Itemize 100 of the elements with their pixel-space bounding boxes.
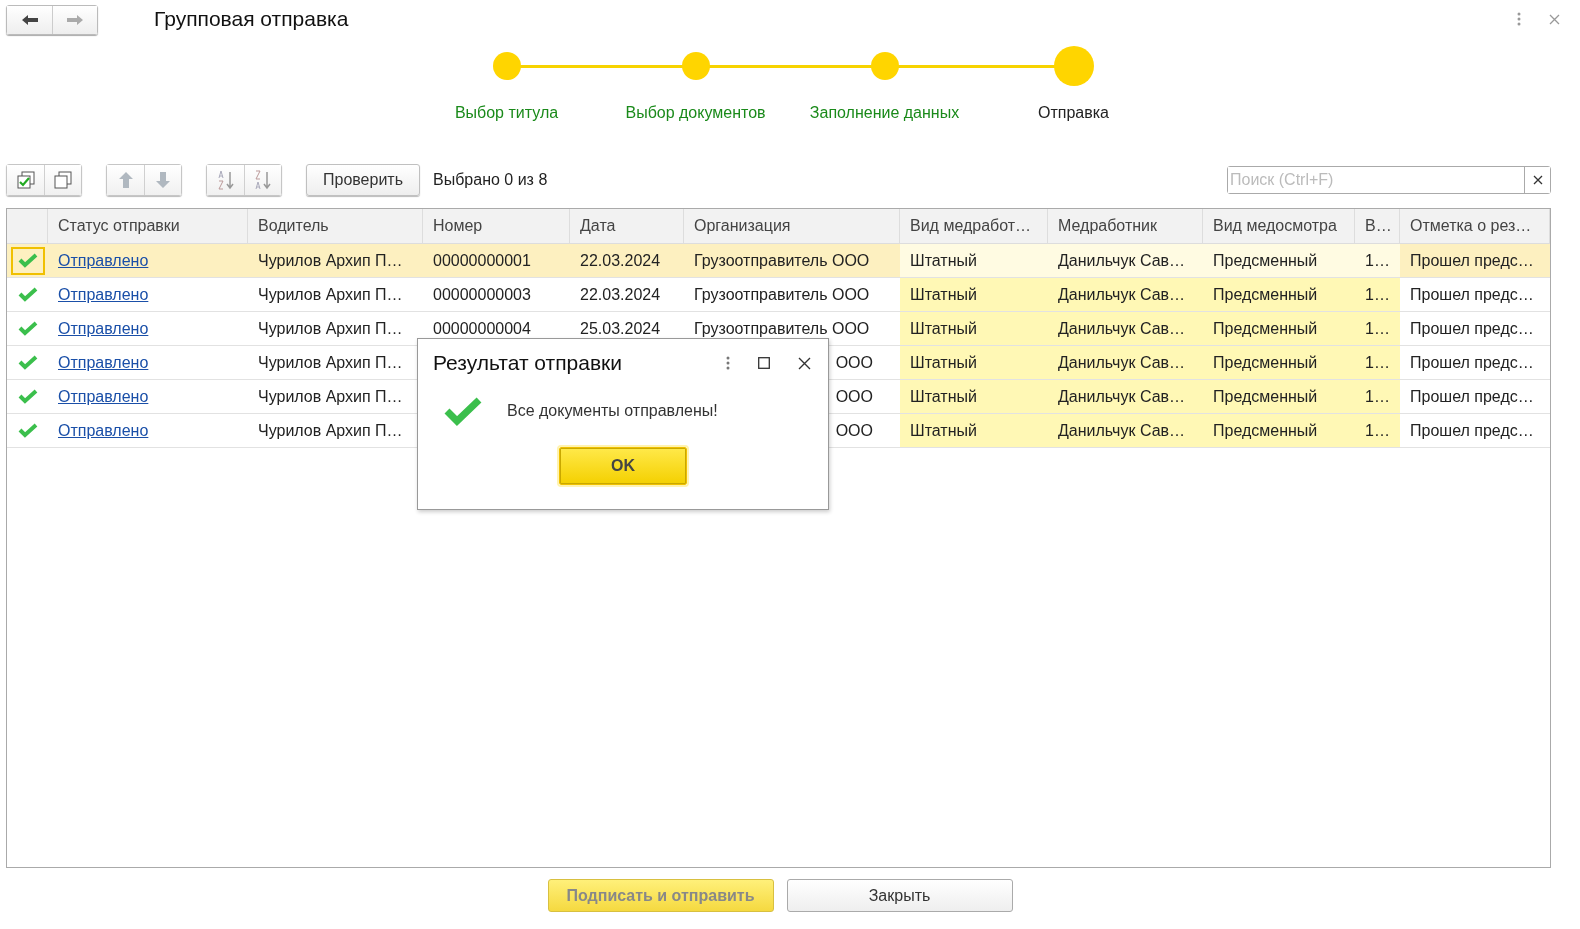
back-arrow-icon <box>20 14 39 26</box>
table-cell: 1… <box>1365 319 1390 338</box>
table-cell: 1… <box>1365 421 1390 440</box>
table-cell: Чурилов Архип П… <box>258 353 403 372</box>
table-cell: Данильчук Сав… <box>1058 353 1186 372</box>
more-icon[interactable] <box>726 356 730 370</box>
table-cell: Грузоотправитель ООО <box>694 251 870 270</box>
step-dot[interactable] <box>1053 46 1094 86</box>
table-row[interactable]: Отправлено Чурилов Архип П… 00000000001 22.03.2024 Грузоотправитель ООО Штатный Данильчук Сав… Предсменный 1… Прошел предс… <box>7 244 1550 278</box>
table-cell: Прошел предс… <box>1410 353 1534 372</box>
status-link[interactable]: Отправлено <box>58 285 149 304</box>
table-cell: Чурилов Архип П… <box>258 319 403 338</box>
close-icon <box>1532 175 1543 185</box>
table-cell: Штатный <box>910 285 977 304</box>
clear-search-button[interactable] <box>1524 167 1550 193</box>
table-cell: Грузоотправитель ООО <box>694 319 870 338</box>
selection-count: Выбрано 0 из 8 <box>433 171 548 189</box>
table-cell: Грузоотправитель ООО <box>694 285 870 304</box>
column-header[interactable]: Дата <box>570 209 684 243</box>
table-cell: 25.03.2024 <box>580 319 661 338</box>
table-cell: Прошел предс… <box>1410 251 1534 270</box>
column-header[interactable]: Статус отправки <box>48 209 248 243</box>
table-cell: Предсменный <box>1213 353 1318 372</box>
table-cell: Чурилов Архип П… <box>258 251 403 270</box>
close-icon[interactable] <box>798 356 811 370</box>
column-header[interactable]: Организация <box>684 209 900 243</box>
step-label[interactable]: Заполнение данных <box>809 104 960 122</box>
table-cell: Предсменный <box>1213 319 1318 338</box>
move-down-button[interactable] <box>144 165 181 195</box>
table-cell: Прошел предс… <box>1410 421 1534 440</box>
table-cell: 22.03.2024 <box>580 251 661 270</box>
table-cell: Штатный <box>910 319 977 338</box>
sort-ascending-button[interactable] <box>207 165 244 195</box>
step-label[interactable]: Отправка <box>1038 104 1109 122</box>
column-header[interactable]: Номер <box>423 209 570 243</box>
table-cell: 1… <box>1365 285 1390 304</box>
table-cell: Данильчук Сав… <box>1058 421 1186 440</box>
table-cell: 22.03.2024 <box>580 285 661 304</box>
status-link[interactable]: Отправлено <box>58 353 149 372</box>
table-cell: 1… <box>1365 353 1390 372</box>
back-button[interactable] <box>7 6 52 34</box>
table-cell: Прошел предс… <box>1410 387 1534 406</box>
step-label[interactable]: Выбор документов <box>625 104 766 122</box>
status-link[interactable]: Отправлено <box>58 251 149 270</box>
column-header[interactable]: В… <box>1355 209 1400 243</box>
table-cell: Прошел предс… <box>1410 285 1534 304</box>
column-header[interactable]: Медработник <box>1048 209 1203 243</box>
table-cell: 00000000001 <box>433 251 531 270</box>
table-cell: ООО <box>835 421 873 440</box>
forward-arrow-icon <box>66 14 84 26</box>
table-cell: Данильчук Сав… <box>1058 319 1186 338</box>
checked-pages-icon <box>16 171 35 189</box>
move-up-button[interactable] <box>107 165 144 195</box>
status-link[interactable]: Отправлено <box>58 319 149 338</box>
window-title: Групповая отправка <box>154 7 350 31</box>
table-cell: Данильчук Сав… <box>1058 285 1186 304</box>
table-cell: Штатный <box>910 421 977 440</box>
table-cell: Предсменный <box>1213 251 1318 270</box>
table-cell: 1… <box>1365 387 1390 406</box>
column-header[interactable]: Водитель <box>248 209 423 243</box>
check-mark-icon <box>443 396 483 426</box>
step-dot[interactable] <box>681 52 710 80</box>
status-link[interactable]: Отправлено <box>58 421 149 440</box>
sort-ascending-icon <box>216 170 235 190</box>
check-button[interactable]: Проверить <box>306 164 420 196</box>
sort-descending-icon <box>254 170 272 190</box>
uncheck-all-button[interactable] <box>44 165 81 195</box>
step-dot[interactable] <box>870 52 899 80</box>
table-cell: 1… <box>1365 251 1390 270</box>
status-link[interactable]: Отправлено <box>58 387 149 406</box>
table-cell: Штатный <box>910 387 977 406</box>
table-cell: Чурилов Архип П… <box>258 285 403 304</box>
up-arrow-icon <box>117 171 134 189</box>
table-cell: ООО <box>835 387 873 406</box>
table-cell: ООО <box>835 353 873 372</box>
step-dot[interactable] <box>492 52 521 80</box>
table-cell: 00000000004 <box>433 319 531 338</box>
maximize-icon[interactable] <box>758 357 770 369</box>
step-label[interactable]: Выбор титула <box>454 104 559 122</box>
table-cell: Чурилов Архип П… <box>258 387 403 406</box>
column-header[interactable]: Вид медосмотра <box>1203 209 1355 243</box>
check-all-button[interactable] <box>7 165 44 195</box>
table-cell: Предсменный <box>1213 387 1318 406</box>
search-field[interactable]: Поиск (Ctrl+F) <box>1227 166 1551 194</box>
table-cell: Прошел предс… <box>1410 319 1534 338</box>
table-row[interactable]: Отправлено Чурилов Архип П… 00000000003 22.03.2024 Грузоотправитель ООО Штатный Данильчук Сав… Предсменный 1… Прошел предс… <box>7 278 1550 312</box>
column-header[interactable]: Вид медработ… <box>900 209 1048 243</box>
dialog-title: Результат отправки <box>433 351 623 375</box>
column-header[interactable]: Отметка о рез… <box>1400 209 1550 243</box>
table-cell: Штатный <box>910 251 977 270</box>
more-icon[interactable] <box>1517 12 1521 26</box>
close-button[interactable]: Закрыть <box>786 879 1013 912</box>
table-cell: 00000000003 <box>433 285 531 304</box>
table-cell: Штатный <box>910 353 977 372</box>
table-cell: Предсменный <box>1213 421 1318 440</box>
ok-button[interactable]: OK <box>559 447 687 485</box>
table-cell: Предсменный <box>1213 285 1318 304</box>
sort-descending-button[interactable] <box>244 165 281 195</box>
table-cell: Чурилов Архип П… <box>258 421 403 440</box>
table-cell: Данильчук Сав… <box>1058 251 1186 270</box>
